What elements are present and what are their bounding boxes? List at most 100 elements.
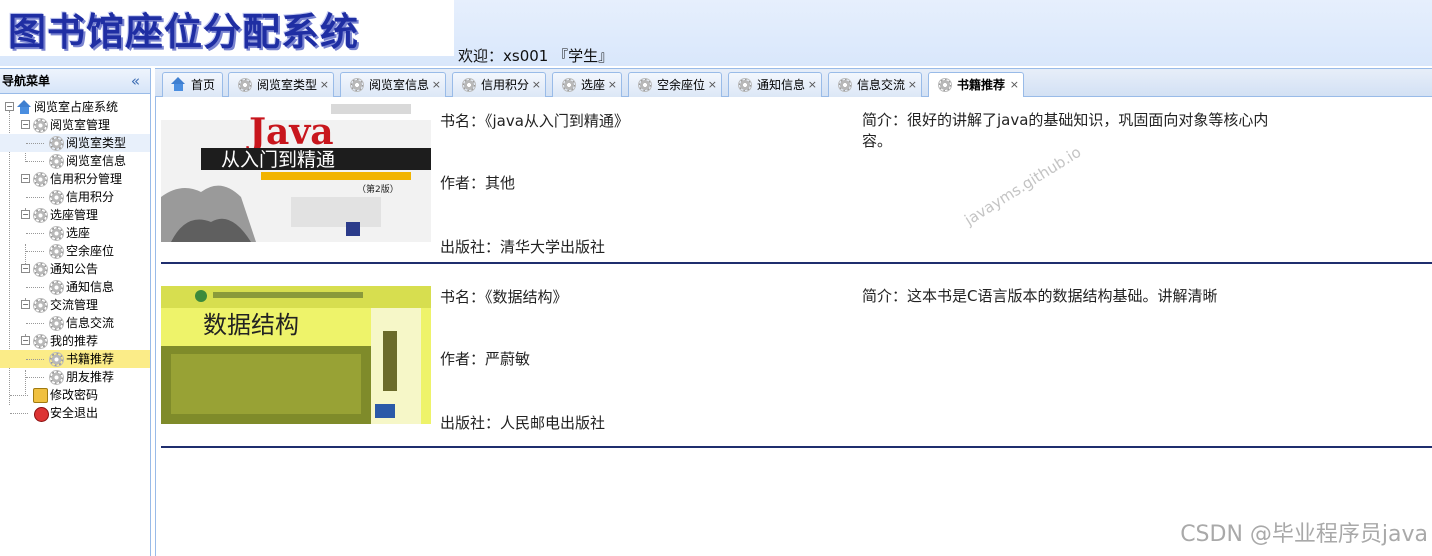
tree-item-reading-room-type[interactable]: 阅览室类型 — [0, 134, 150, 152]
gear-icon — [49, 370, 64, 385]
tree-item-reading-room-info[interactable]: 阅览室信息 — [0, 152, 150, 170]
home-icon — [17, 100, 32, 115]
tab-reading-room-type[interactable]: 阅览室类型 × — [228, 72, 334, 97]
book-intro: 简介：很好的讲解了java的基础知识，巩固面向对象等核心内容。 — [862, 111, 1269, 150]
tree-item-book-recommendation[interactable]: 书籍推荐 — [0, 350, 150, 368]
collapse-toggle-icon[interactable]: − — [21, 336, 30, 345]
collapse-toggle-icon[interactable]: − — [21, 300, 30, 309]
collapse-toggle-icon[interactable]: − — [21, 210, 30, 219]
tree-item-label: 阅览室管理 — [50, 118, 111, 132]
gear-icon — [238, 78, 252, 92]
tab-label: 首页 — [191, 78, 216, 92]
tab-free-seats[interactable]: 空余座位 × — [628, 72, 722, 97]
close-icon[interactable]: × — [1010, 73, 1019, 97]
tab-book-recommendation[interactable]: 书籍推荐 × — [928, 72, 1024, 98]
exit-icon — [34, 407, 49, 422]
nav-tree: − 阅览室占座系统 − 阅览室管理 阅览室类型 阅览室信息 − 信用积分管理 信… — [0, 94, 150, 422]
close-icon[interactable]: × — [532, 73, 541, 97]
main-content: Java 从入门到精通 （第2版） 书名：《java从入门到精通》 作者：其他 … — [155, 97, 1432, 556]
header: 图书馆座位分配系统 欢迎：xs001 『学生』 — [0, 0, 1432, 66]
tree-item-label: 书籍推荐 — [66, 352, 115, 366]
tree-root-label: 阅览室占座系统 — [34, 100, 119, 114]
tree-item-seat-management[interactable]: − 选座管理 — [0, 206, 150, 224]
tree-item-friend-recommendation[interactable]: 朋友推荐 — [0, 368, 150, 386]
book-intro: 简介：这本书是C语言版本的数据结构基础。讲解清晰 — [862, 287, 1218, 305]
tree-item-notice-info[interactable]: 通知信息 — [0, 278, 150, 296]
tree-item-announcements[interactable]: − 通知公告 — [0, 260, 150, 278]
tab-home[interactable]: 首页 — [162, 72, 223, 97]
book-title: 书名：《java从入门到精通》 — [440, 112, 629, 130]
gear-icon — [49, 226, 64, 241]
gear-icon — [938, 78, 952, 92]
tab-bar: 首页 阅览室类型 × 阅览室信息 × 信用积分 × 选座 × 空余座位 × 通知… — [155, 68, 1432, 98]
close-icon[interactable]: × — [908, 73, 917, 97]
tree-item-logout[interactable]: 安全退出 — [0, 404, 150, 422]
sidebar: 导航菜单 « − 阅览室占座系统 − 阅览室管理 阅览室类型 阅览室信息 − 信… — [0, 68, 151, 556]
tree-item-label: 修改密码 — [50, 388, 99, 402]
cover-edition: （第2版） — [357, 183, 399, 195]
book-author: 作者：严蔚敏 — [440, 350, 531, 368]
gear-icon — [33, 118, 48, 133]
tree-item-select-seat[interactable]: 选座 — [0, 224, 150, 242]
tab-label: 阅览室信息 — [369, 78, 430, 92]
tree-item-credit-points[interactable]: 信用积分 — [0, 188, 150, 206]
collapse-button[interactable]: « — [131, 69, 140, 93]
tab-label: 信用积分 — [481, 78, 530, 92]
tree-item-label: 通知信息 — [66, 280, 115, 294]
gear-icon — [638, 78, 652, 92]
book-card: Java 从入门到精通 （第2版） 书名：《java从入门到精通》 作者：其他 … — [161, 102, 1432, 266]
collapse-toggle-icon[interactable]: − — [21, 120, 30, 129]
collapse-toggle-icon[interactable]: − — [21, 264, 30, 273]
gear-icon — [350, 78, 364, 92]
tree-item-change-password[interactable]: 修改密码 — [0, 386, 150, 404]
cover-subtitle: 从入门到精通 — [221, 149, 335, 171]
tab-label: 书籍推荐 — [957, 78, 1006, 92]
gear-icon — [49, 244, 64, 259]
tree-item-label: 选座管理 — [50, 208, 99, 222]
close-icon[interactable]: × — [320, 73, 329, 97]
close-icon[interactable]: × — [708, 73, 717, 97]
gear-icon — [33, 262, 48, 277]
book-cover-image: Java 从入门到精通 （第2版） — [161, 102, 431, 242]
close-icon[interactable]: × — [432, 73, 441, 97]
tree-item-label: 选座 — [66, 226, 91, 240]
tab-message-exchange[interactable]: 信息交流 × — [828, 72, 922, 97]
tree-item-label: 阅览室类型 — [66, 136, 127, 150]
cover-title: 数据结构 — [203, 311, 299, 339]
tree-root[interactable]: − 阅览室占座系统 — [0, 98, 150, 116]
tree-item-label: 信息交流 — [66, 316, 115, 330]
tree-item-reading-room-management[interactable]: − 阅览室管理 — [0, 116, 150, 134]
gear-icon — [562, 78, 576, 92]
tab-reading-room-info[interactable]: 阅览室信息 × — [340, 72, 446, 97]
book-card: 数据结构 书名：《数据结构》 作者：严蔚敏 出版社：人民邮电出版社 简介：这本书… — [161, 286, 1432, 450]
tree-item-credit-management[interactable]: − 信用积分管理 — [0, 170, 150, 188]
gear-icon — [738, 78, 752, 92]
tree-item-label: 信用积分管理 — [50, 172, 123, 186]
tree-item-message-exchange[interactable]: 信息交流 — [0, 314, 150, 332]
tree-item-label: 信用积分 — [66, 190, 115, 204]
tree-item-label: 空余座位 — [66, 244, 115, 258]
tab-select-seat[interactable]: 选座 × — [552, 72, 622, 97]
tree-item-communication-management[interactable]: − 交流管理 — [0, 296, 150, 314]
tab-credit-points[interactable]: 信用积分 × — [452, 72, 546, 97]
lock-icon — [33, 388, 48, 403]
gear-icon — [33, 298, 48, 313]
tree-item-label: 交流管理 — [50, 298, 99, 312]
gear-icon — [49, 316, 64, 331]
tree-item-my-recommendations[interactable]: − 我的推荐 — [0, 332, 150, 350]
logo-text: 图书馆座位分配系统 — [8, 8, 360, 54]
gear-icon — [49, 154, 64, 169]
tree-item-label: 通知公告 — [50, 262, 99, 276]
tab-notice-info[interactable]: 通知信息 × — [728, 72, 822, 97]
close-icon[interactable]: × — [608, 73, 617, 97]
tree-item-free-seats[interactable]: 空余座位 — [0, 242, 150, 260]
gear-icon — [33, 208, 48, 223]
tab-label: 信息交流 — [857, 78, 906, 92]
collapse-toggle-icon[interactable]: − — [21, 174, 30, 183]
cover-title: Java — [246, 111, 334, 153]
tab-label: 空余座位 — [657, 78, 706, 92]
gear-icon — [33, 172, 48, 187]
sidebar-title: 导航菜单 — [2, 74, 51, 88]
collapse-toggle-icon[interactable]: − — [5, 102, 14, 111]
close-icon[interactable]: × — [808, 73, 817, 97]
